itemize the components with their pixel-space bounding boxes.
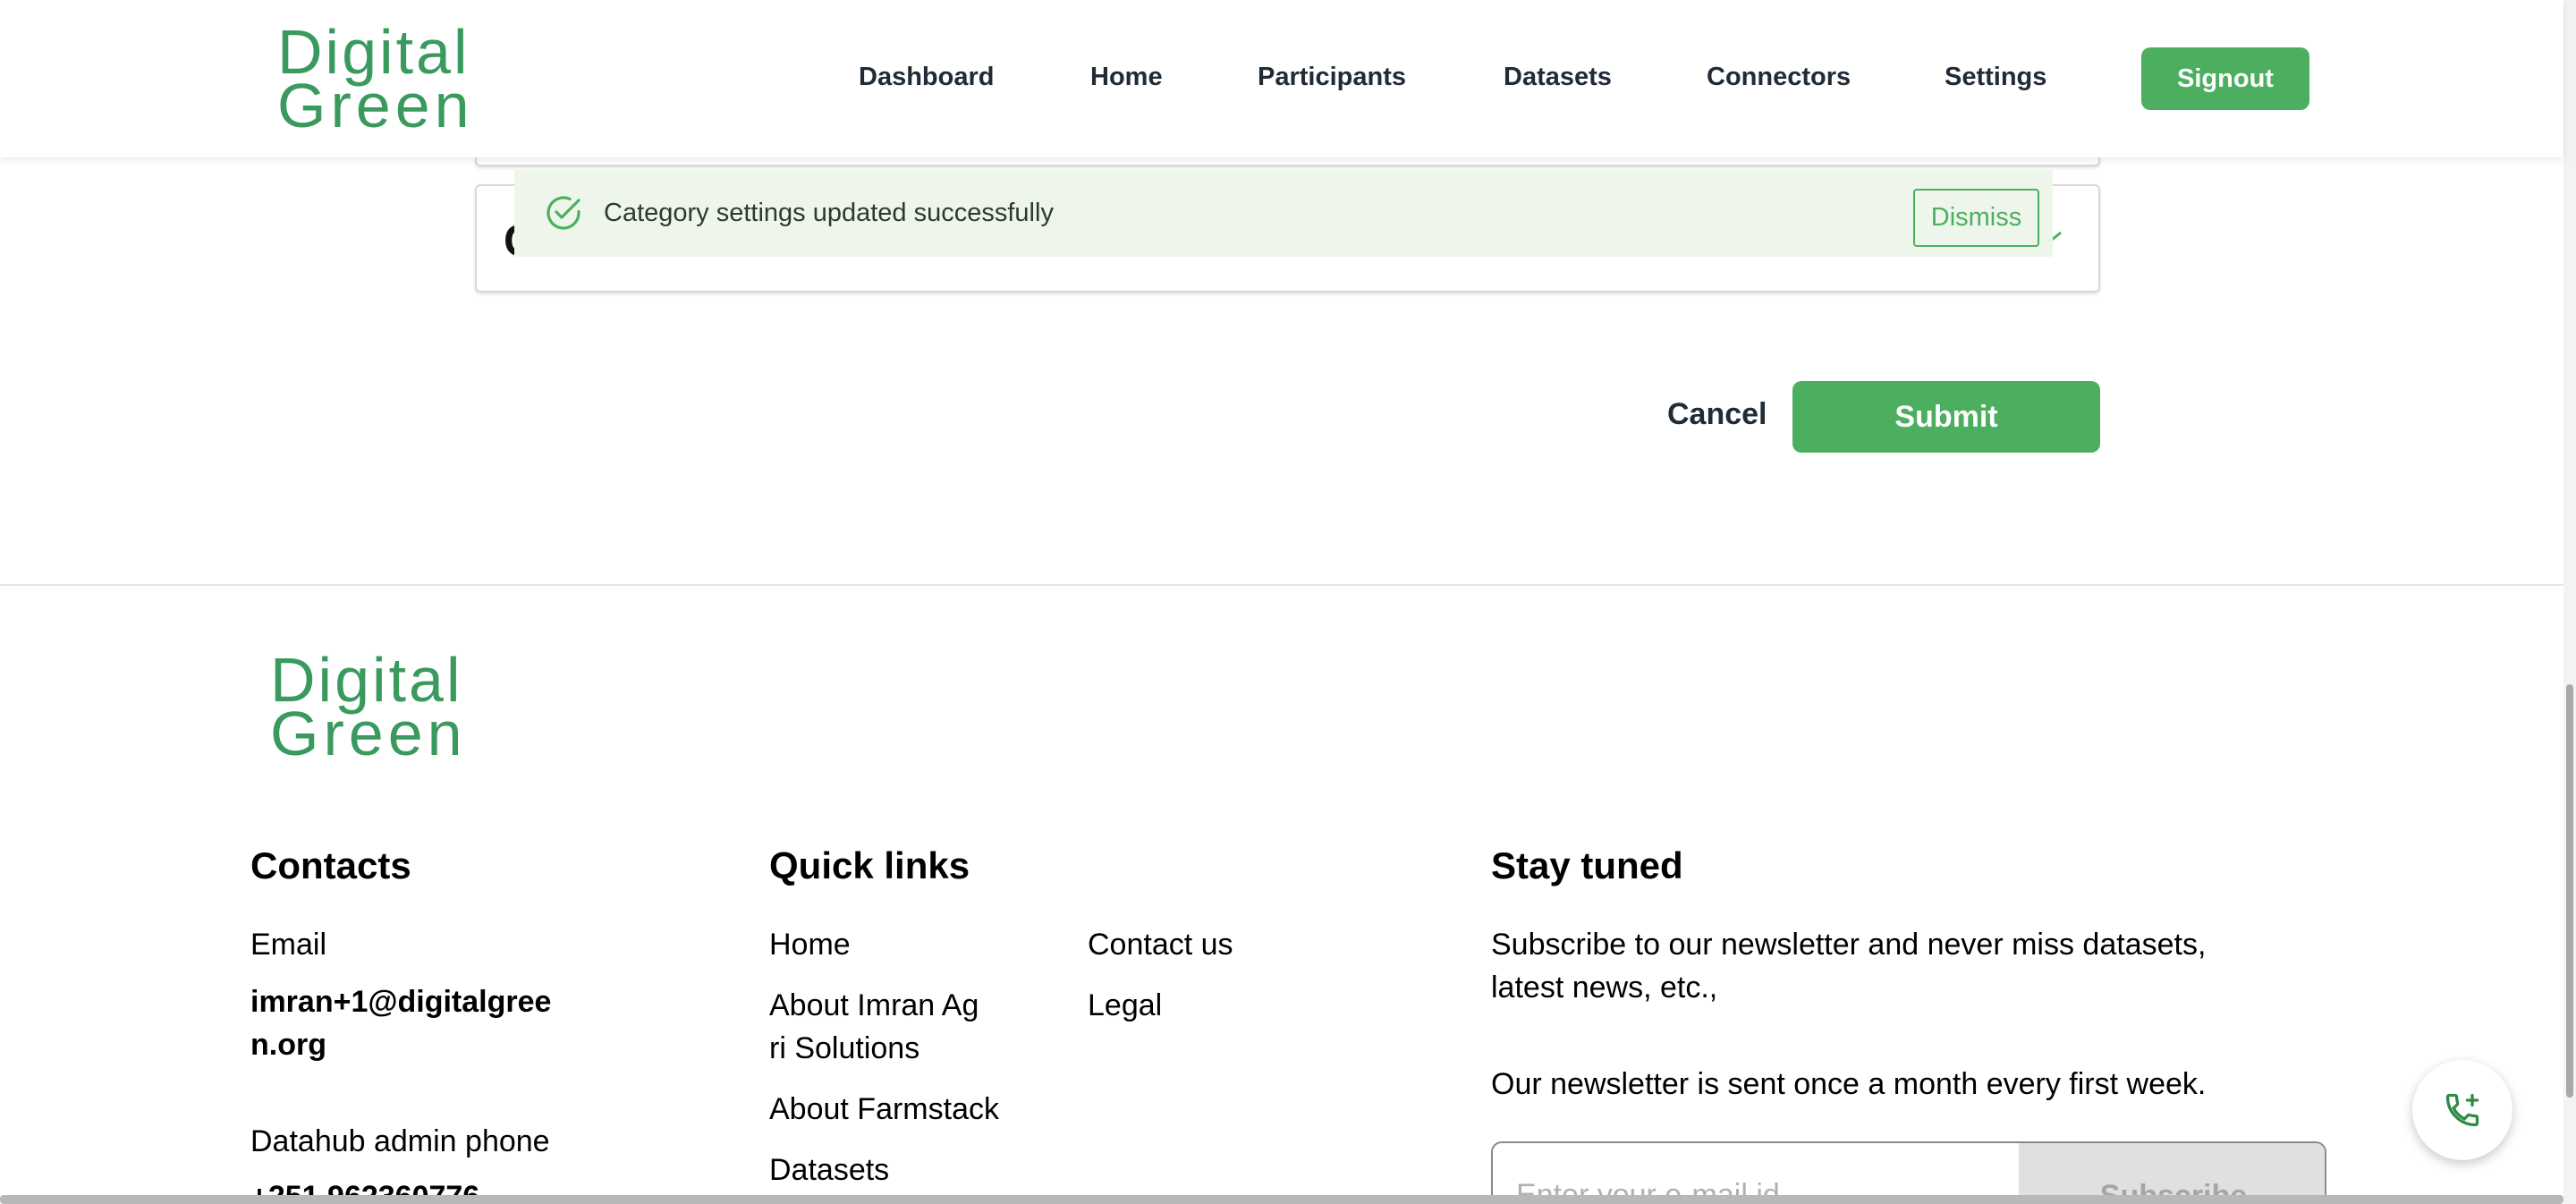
footer-link-about-line1[interactable]: About Imran Ag	[769, 984, 979, 1027]
email-label: Email	[250, 928, 327, 962]
phone-add-icon	[2445, 1093, 2479, 1127]
footer-digital-green-logo[interactable]: Digital Green	[267, 651, 544, 762]
newsletter-text-line1: Subscribe to our newsletter and never mi…	[1491, 928, 2207, 962]
footer-logo-line2: Green	[270, 699, 467, 762]
stay-tuned-heading: Stay tuned	[1491, 844, 1683, 886]
nav-connectors[interactable]: Connectors	[1707, 63, 1851, 92]
contacts-heading: Contacts	[250, 844, 411, 886]
signout-button[interactable]: Signout	[2141, 47, 2309, 110]
nav-settings[interactable]: Settings	[1945, 63, 2046, 92]
footer-divider	[0, 584, 2563, 586]
quick-links-heading: Quick links	[769, 844, 970, 886]
horizontal-scrollbar[interactable]	[0, 1195, 2563, 1204]
toast-message: Category settings updated successfully	[604, 199, 1054, 227]
email-value-line1[interactable]: imran+1@digitalgree	[250, 980, 551, 1023]
logo-line2: Green	[277, 71, 474, 134]
nav-datasets[interactable]: Datasets	[1504, 63, 1612, 92]
contact-call-button[interactable]	[2412, 1060, 2512, 1160]
cancel-button[interactable]: Cancel	[1667, 397, 1767, 432]
footer-link-about-line2[interactable]: ri Solutions	[769, 1027, 919, 1070]
nav-dashboard[interactable]: Dashboard	[859, 63, 994, 92]
phone-label: Datahub admin phone	[250, 1124, 550, 1158]
footer-link-legal[interactable]: Legal	[1088, 984, 1162, 1027]
submit-button[interactable]: Submit	[1792, 381, 2100, 453]
success-toast: Category settings updated successfully D…	[514, 170, 2053, 257]
check-circle-icon	[547, 196, 580, 230]
newsletter-frequency-text: Our newsletter is sent once a month ever…	[1491, 1067, 2207, 1101]
previous-card-edge	[475, 157, 2100, 166]
dismiss-button[interactable]: Dismiss	[1913, 189, 2039, 247]
nav-participants[interactable]: Participants	[1258, 63, 1406, 92]
vertical-scrollbar-thumb[interactable]	[2566, 684, 2573, 1098]
footer-link-about-farmstack[interactable]: About Farmstack	[769, 1088, 999, 1131]
email-value-line2[interactable]: n.org	[250, 1023, 326, 1066]
newsletter-text-line2: latest news, etc.,	[1491, 971, 1718, 1005]
nav-home[interactable]: Home	[1090, 63, 1163, 92]
top-header: Digital Green Dashboard Home Participant…	[0, 0, 2563, 157]
footer-link-contact-us[interactable]: Contact us	[1088, 923, 1233, 966]
digital-green-logo[interactable]: Digital Green	[274, 23, 551, 134]
footer-link-home[interactable]: Home	[769, 923, 851, 966]
footer-link-datasets[interactable]: Datasets	[769, 1149, 889, 1191]
